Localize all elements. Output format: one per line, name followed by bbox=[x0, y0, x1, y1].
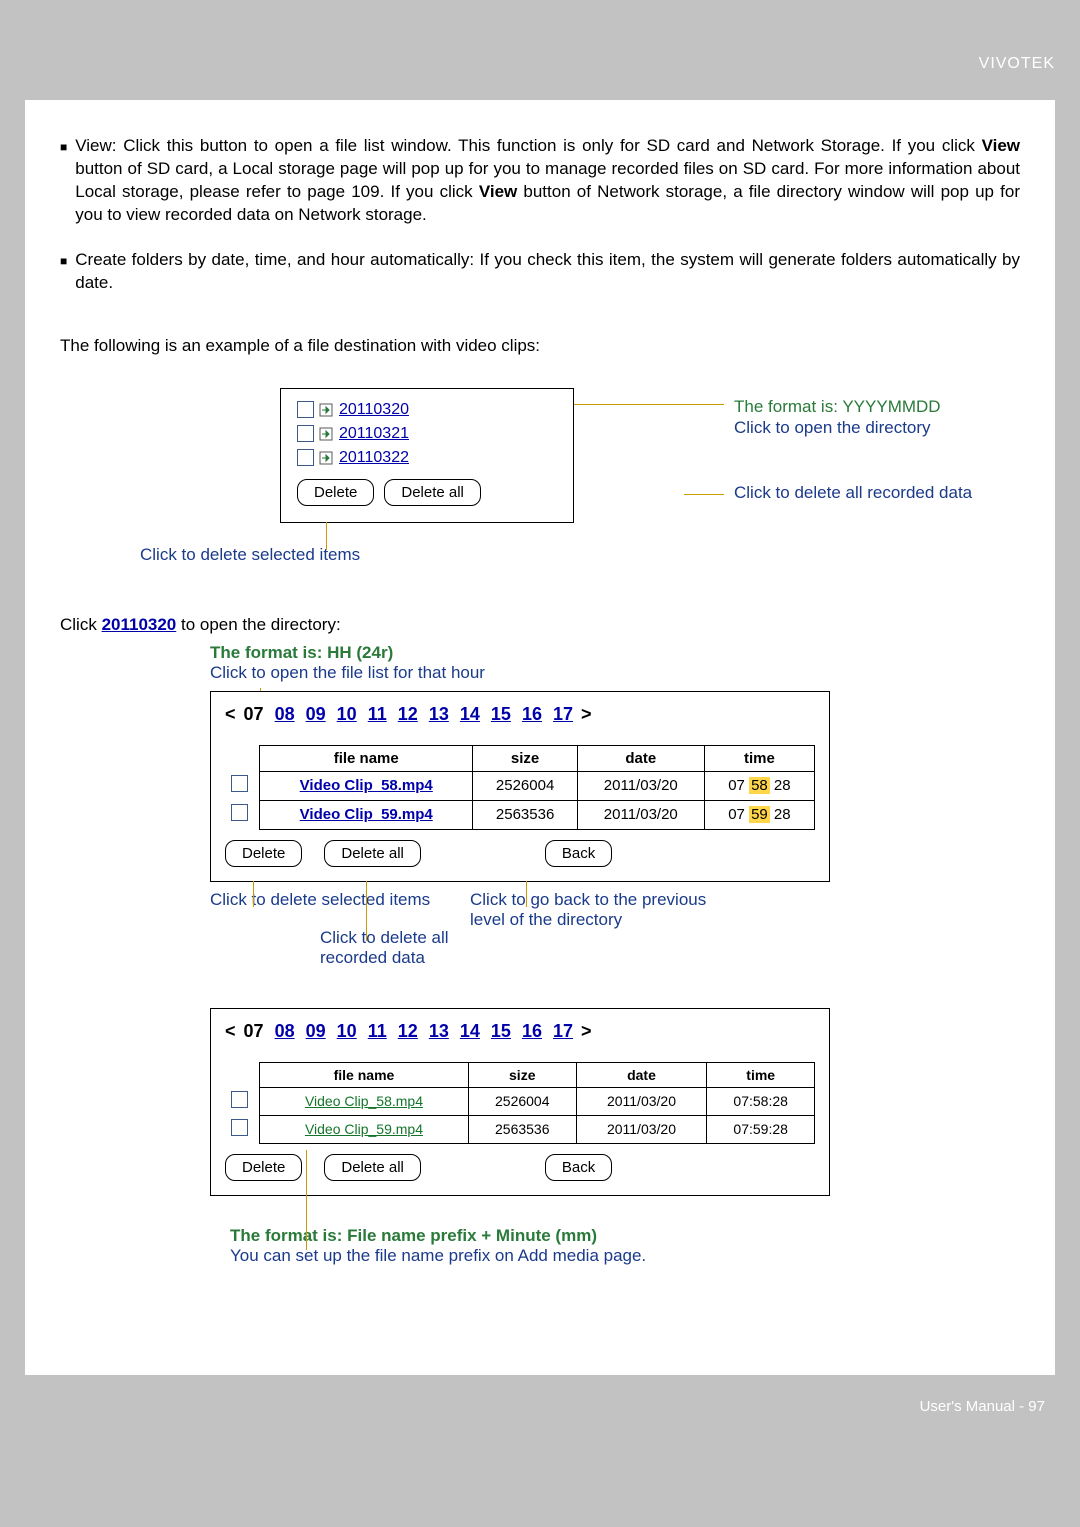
hour-link-13[interactable]: 13 bbox=[429, 704, 449, 724]
hour-nav-1: < 07 08 09 10 11 12 13 14 15 16 17 > bbox=[225, 704, 815, 725]
hour-nav-2: < 07 08 09 10 11 12 13 14 15 16 17 > bbox=[225, 1021, 815, 1042]
folder-link-20110320[interactable]: 20110320 bbox=[102, 615, 177, 634]
col-size-2: size bbox=[468, 1062, 576, 1087]
folder-link-20110322[interactable]: 20110322 bbox=[339, 449, 409, 467]
hour-link-17[interactable]: 17 bbox=[553, 704, 573, 724]
file-date: 2011/03/20 bbox=[577, 771, 704, 800]
col-size: size bbox=[473, 745, 577, 771]
folders-delete-button[interactable]: Delete bbox=[297, 479, 374, 506]
hour-current: 07 bbox=[244, 704, 264, 724]
file-link[interactable]: Video Clip_59.mp4 bbox=[300, 806, 433, 823]
hour-link-09[interactable]: 09 bbox=[306, 1021, 326, 1041]
open-dir-note: Click to open the directory bbox=[734, 418, 972, 438]
hour-link-08[interactable]: 08 bbox=[275, 704, 295, 724]
folder-checkbox[interactable] bbox=[297, 425, 314, 442]
hour-prev-2[interactable]: < bbox=[225, 1021, 236, 1041]
file-list-panel-2: < 07 08 09 10 11 12 13 14 15 16 17 > fil… bbox=[210, 1008, 830, 1196]
folder-icon bbox=[319, 426, 333, 442]
bullet-view-text: View: Click this button to open a file l… bbox=[75, 135, 1020, 227]
prefix-format-note: The format is: File name prefix + Minute… bbox=[230, 1226, 1020, 1246]
example-intro: The following is an example of a file de… bbox=[60, 335, 1020, 358]
file1-delete-all-button[interactable]: Delete all bbox=[324, 840, 421, 867]
file-checkbox[interactable] bbox=[231, 775, 248, 792]
folder-link-20110320[interactable]: 20110320 bbox=[339, 401, 409, 419]
folder-link-20110321[interactable]: 20110321 bbox=[339, 425, 409, 443]
brand-label: VIVOTEK bbox=[979, 55, 1055, 73]
file-link[interactable]: Video Clip_59.mp4 bbox=[305, 1121, 423, 1137]
folder-list-panel: 20110320 20110321 20110322 Delete Delete a… bbox=[280, 388, 574, 523]
hour-link-15[interactable]: 15 bbox=[491, 1021, 511, 1041]
hour-link-11[interactable]: 11 bbox=[368, 1021, 387, 1041]
file-time: 07 59 28 bbox=[704, 800, 814, 829]
hour-link-08[interactable]: 08 bbox=[275, 1021, 295, 1041]
file-date: 2011/03/20 bbox=[576, 1087, 707, 1115]
hh-format-note: The format is: HH (24r) bbox=[210, 643, 1020, 663]
file-checkbox[interactable] bbox=[231, 1091, 248, 1108]
file-table-1: file name size date time Video Clip_58.m… bbox=[225, 745, 815, 830]
folder-icon bbox=[319, 450, 333, 466]
format-note: The format is: YYYYMMDD bbox=[734, 396, 972, 418]
file-list-panel-1: < 07 08 09 10 11 12 13 14 15 16 17 > fil… bbox=[210, 691, 830, 882]
file-time: 07:59:28 bbox=[707, 1115, 815, 1143]
delete-selected-note: Click to delete selected items bbox=[140, 545, 1020, 565]
col-filename: file name bbox=[260, 745, 473, 771]
bullet-icon: ■ bbox=[60, 254, 67, 295]
folder-icon bbox=[319, 402, 333, 418]
bullet-create-text: Create folders by date, time, and hour a… bbox=[75, 249, 1020, 295]
file-table-2: file name size date time Video Clip_58.m… bbox=[225, 1062, 815, 1144]
folder-checkbox[interactable] bbox=[297, 449, 314, 466]
file-checkbox[interactable] bbox=[231, 804, 248, 821]
folders-delete-all-button[interactable]: Delete all bbox=[384, 479, 481, 506]
hour-link-15[interactable]: 15 bbox=[491, 704, 511, 724]
annot-back: Click to go back to the previouslevel of… bbox=[470, 890, 706, 968]
file2-back-button[interactable]: Back bbox=[545, 1154, 612, 1181]
file1-back-button[interactable]: Back bbox=[545, 840, 612, 867]
file-link[interactable]: Video Clip_58.mp4 bbox=[305, 1093, 423, 1109]
col-time: time bbox=[704, 745, 814, 771]
file-date: 2011/03/20 bbox=[577, 800, 704, 829]
hh-click-note: Click to open the file list for that hou… bbox=[210, 663, 1020, 683]
hour-link-14[interactable]: 14 bbox=[460, 1021, 480, 1041]
col-date: date bbox=[577, 745, 704, 771]
hour-prev[interactable]: < bbox=[225, 704, 236, 724]
hour-link-16[interactable]: 16 bbox=[522, 1021, 542, 1041]
file-size: 2563536 bbox=[468, 1115, 576, 1143]
file-date: 2011/03/20 bbox=[576, 1115, 707, 1143]
hour-link-10[interactable]: 10 bbox=[337, 1021, 357, 1041]
file1-delete-button[interactable]: Delete bbox=[225, 840, 302, 867]
bullet-icon: ■ bbox=[60, 140, 67, 227]
col-date-2: date bbox=[576, 1062, 707, 1087]
hour-link-13[interactable]: 13 bbox=[429, 1021, 449, 1041]
col-time-2: time bbox=[707, 1062, 815, 1087]
prefix-blue-note: You can set up the file name prefix on A… bbox=[230, 1246, 1020, 1266]
footer-text: User's Manual - 97 bbox=[920, 1398, 1045, 1415]
file-time: 07 58 28 bbox=[704, 771, 814, 800]
hour-link-12[interactable]: 12 bbox=[398, 1021, 418, 1041]
hour-link-12[interactable]: 12 bbox=[398, 704, 418, 724]
hour-link-14[interactable]: 14 bbox=[460, 704, 480, 724]
file-checkbox[interactable] bbox=[231, 1119, 248, 1136]
file-size: 2526004 bbox=[473, 771, 577, 800]
click-folder-text: Click 20110320 to open the directory: bbox=[60, 615, 1020, 635]
file-link[interactable]: Video Clip_58.mp4 bbox=[300, 777, 433, 794]
hour-next-2[interactable]: > bbox=[581, 1021, 592, 1041]
hour-link-11[interactable]: 11 bbox=[368, 704, 387, 724]
hour-link-10[interactable]: 10 bbox=[337, 704, 357, 724]
annot-delete-sel: Click to delete selected items bbox=[210, 890, 470, 910]
file-size: 2526004 bbox=[468, 1087, 576, 1115]
file2-delete-button[interactable]: Delete bbox=[225, 1154, 302, 1181]
hour-link-17[interactable]: 17 bbox=[553, 1021, 573, 1041]
hour-current-2: 07 bbox=[244, 1021, 264, 1041]
file-size: 2563536 bbox=[473, 800, 577, 829]
folder-checkbox[interactable] bbox=[297, 401, 314, 418]
delete-all-note: Click to delete all recorded data bbox=[734, 483, 972, 503]
col-filename-2: file name bbox=[260, 1062, 469, 1087]
hour-next[interactable]: > bbox=[581, 704, 592, 724]
hour-link-09[interactable]: 09 bbox=[306, 704, 326, 724]
file-time: 07:58:28 bbox=[707, 1087, 815, 1115]
file2-delete-all-button[interactable]: Delete all bbox=[324, 1154, 421, 1181]
annot-delete-all: Click to delete allrecorded data bbox=[320, 928, 470, 968]
hour-link-16[interactable]: 16 bbox=[522, 704, 542, 724]
